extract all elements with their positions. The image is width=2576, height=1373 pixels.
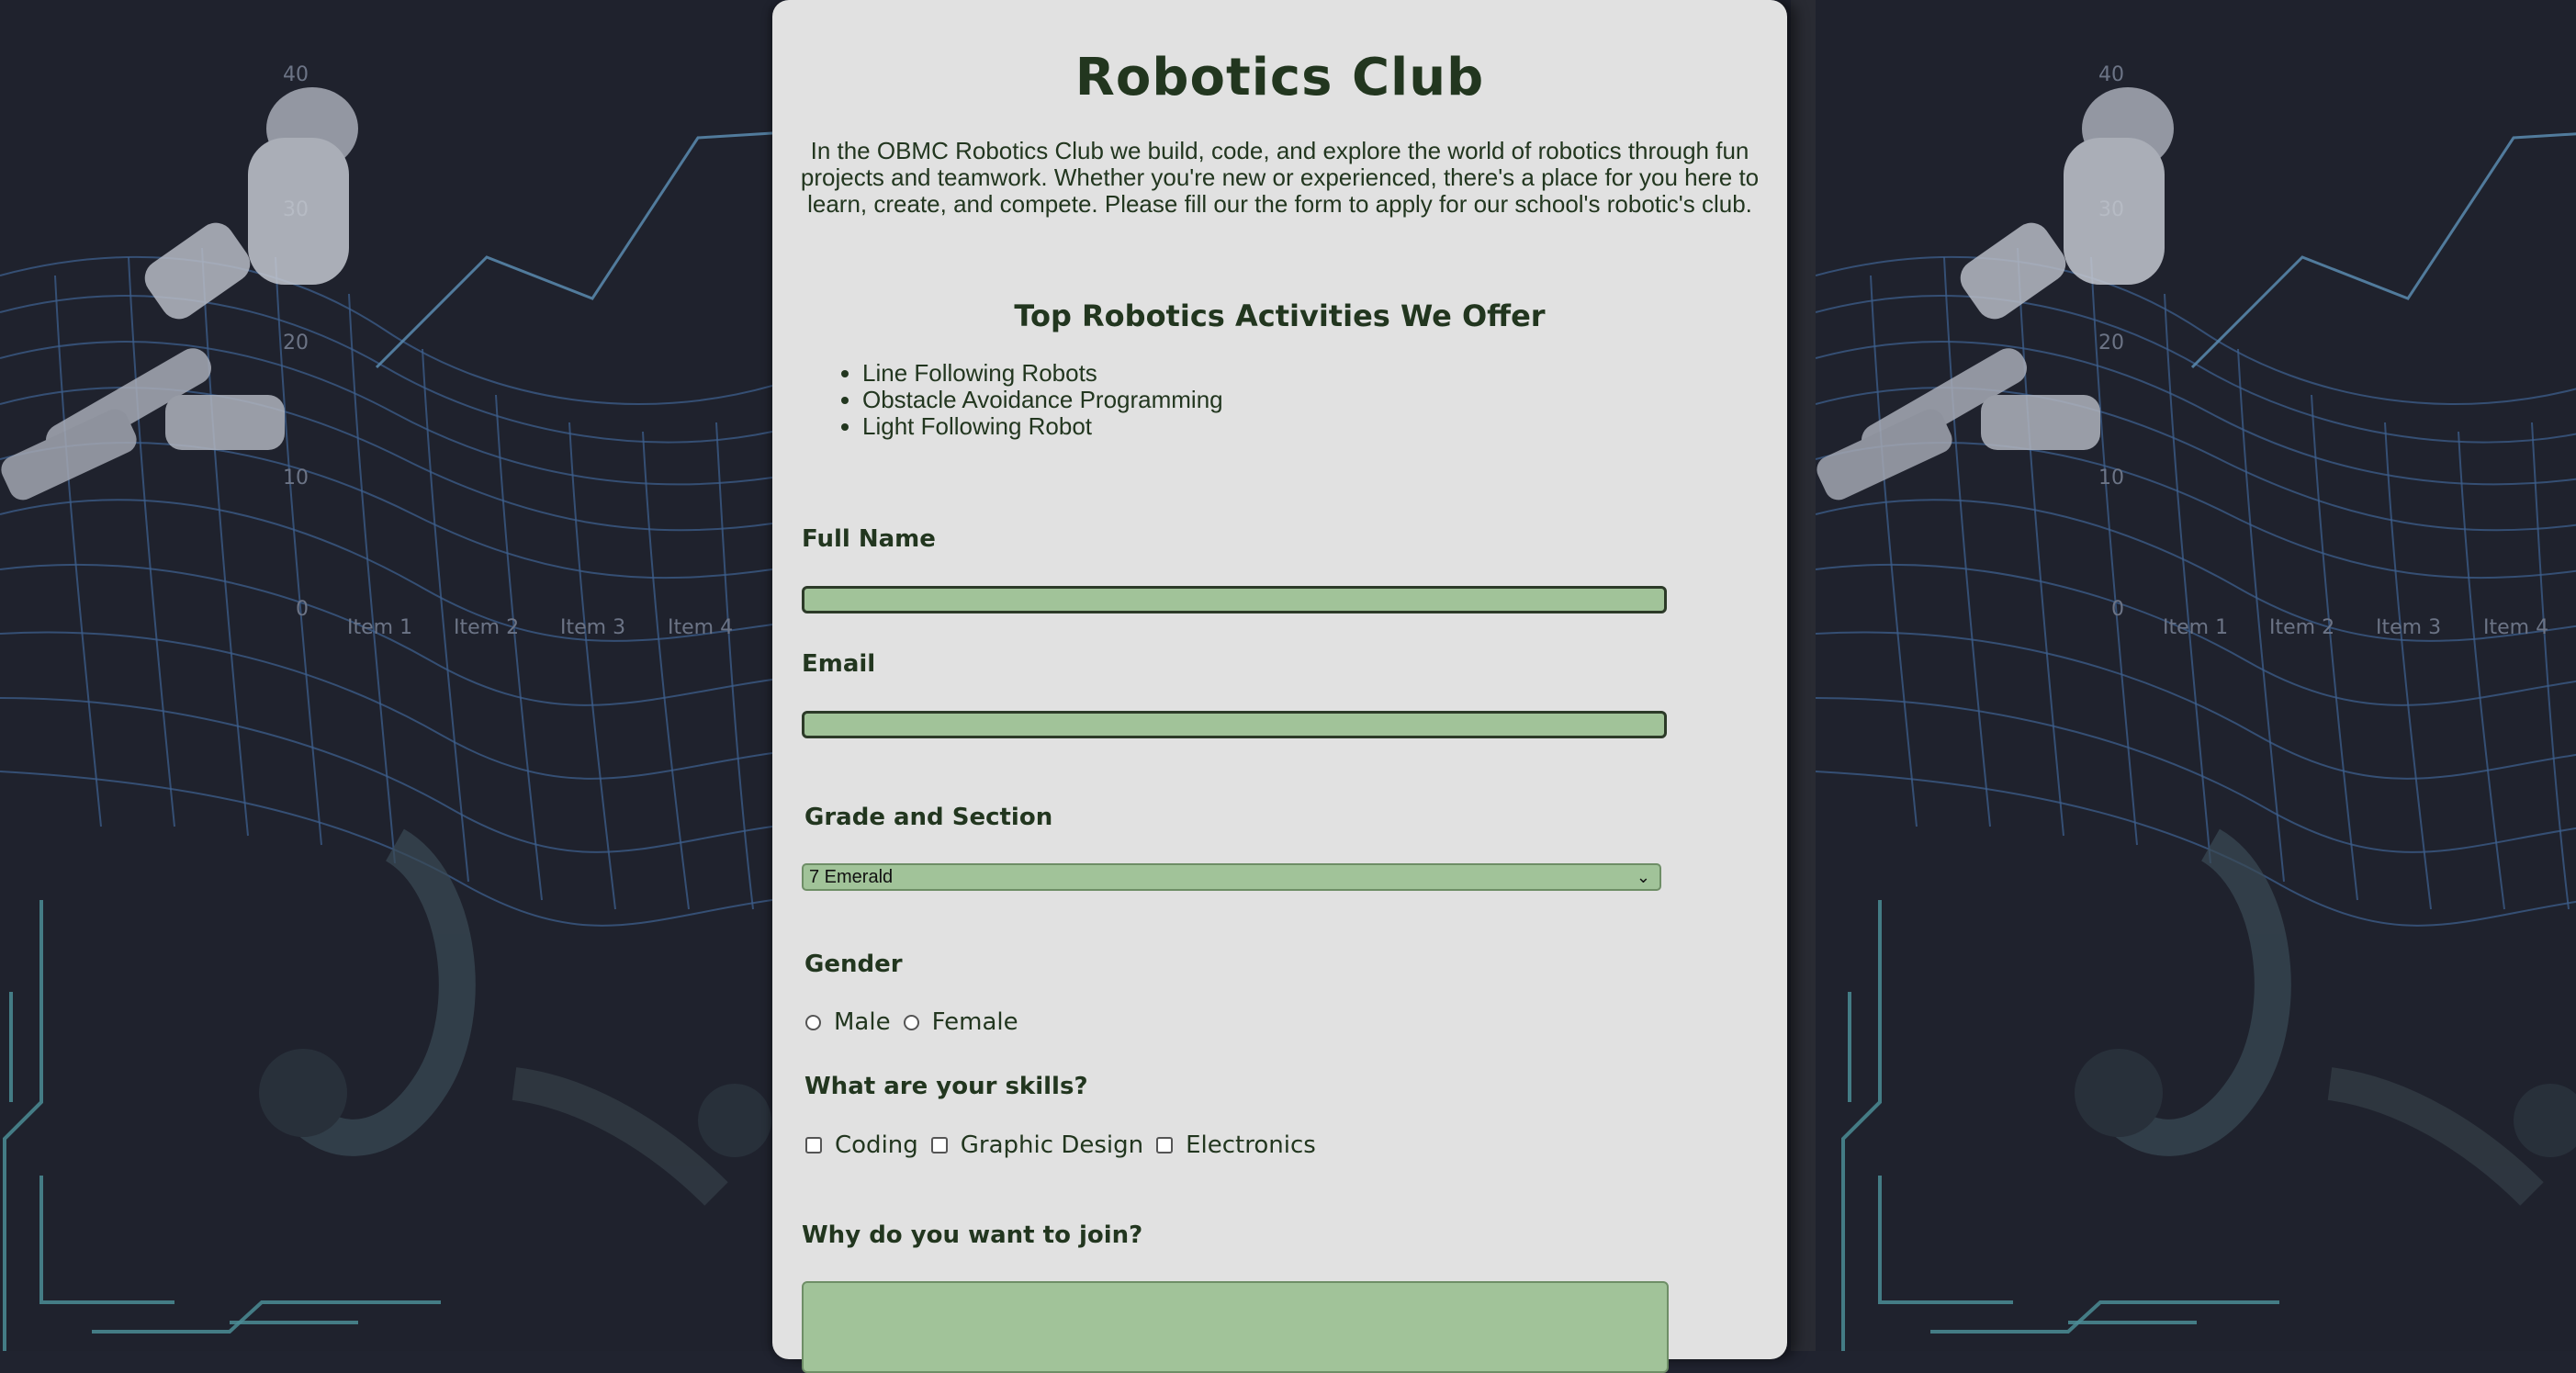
gender-radio-male[interactable] [805, 1014, 821, 1030]
robot-arm [2075, 828, 2576, 1206]
grade-select[interactable]: 7 Emerald ⌄ [802, 863, 1661, 891]
email-input[interactable] [802, 711, 1667, 738]
skill-checkbox-graphic-design[interactable] [930, 1137, 948, 1154]
svg-text:20: 20 [2098, 332, 2124, 355]
skill-option-label: Coding [835, 1131, 918, 1159]
gender-radio-female[interactable] [903, 1014, 919, 1030]
full-name-input[interactable] [802, 586, 1667, 613]
svg-text:10: 10 [283, 467, 309, 490]
background-left: 40 30 20 10 0 Item 1 Item 2 Item 3 Item … [0, 0, 772, 1351]
robot-figure [1817, 87, 2174, 501]
svg-text:Item 4: Item 4 [668, 616, 733, 639]
skill-checkbox-coding[interactable] [805, 1137, 822, 1154]
form-card: Robotics Club In the OBMC Robotics Club … [772, 0, 1787, 1373]
svg-text:Item 2: Item 2 [454, 616, 519, 639]
skills-options: Coding Graphic Design Electronics [805, 1131, 1316, 1159]
wave-grid [1816, 247, 2576, 927]
activities-list: Line Following Robots Obstacle Avoidance… [827, 360, 1223, 440]
gender-option-label: Female [931, 1008, 1018, 1036]
svg-text:40: 40 [283, 63, 309, 86]
skill-option-label: Graphic Design [960, 1131, 1144, 1159]
full-name-label: Full Name [802, 525, 936, 553]
activities-title: Top Robotics Activities We Offer [1014, 298, 1546, 333]
page-title: Robotics Club [1074, 48, 1485, 107]
robot-arm [259, 828, 771, 1206]
svg-text:40: 40 [2098, 63, 2124, 86]
background-illustration-left: 40 30 20 10 0 Item 1 Item 2 Item 3 Item … [0, 63, 772, 1351]
list-item: Line Following Robots [862, 360, 1223, 387]
card-shadow-strip [1791, 0, 1816, 1351]
svg-text:Item 3: Item 3 [560, 616, 625, 639]
gender-label: Gender [804, 951, 903, 978]
svg-text:20: 20 [283, 332, 309, 355]
reason-label: Why do you want to join? [802, 1221, 1143, 1249]
svg-text:Item 4: Item 4 [2483, 616, 2548, 639]
skill-checkbox-electronics[interactable] [1156, 1137, 1174, 1154]
grade-select-value: 7 Emerald [809, 867, 894, 887]
wave-grid [0, 247, 772, 927]
skill-option-label: Electronics [1186, 1131, 1316, 1159]
grade-label: Grade and Section [804, 804, 1053, 831]
svg-text:Item 1: Item 1 [2163, 616, 2228, 639]
list-item: Light Following Robot [862, 413, 1223, 440]
email-label: Email [802, 650, 876, 678]
chart-line [375, 131, 772, 369]
robot-figure [1, 87, 358, 501]
list-item: Obstacle Avoidance Programming [862, 387, 1223, 413]
reason-textarea[interactable] [802, 1281, 1669, 1373]
svg-text:Item 2: Item 2 [2269, 616, 2334, 639]
svg-text:Item 1: Item 1 [347, 616, 412, 639]
svg-text:0: 0 [2111, 598, 2124, 621]
svg-text:10: 10 [2098, 467, 2124, 490]
gender-option-label: Male [834, 1008, 891, 1036]
svg-text:Item 3: Item 3 [2376, 616, 2441, 639]
intro-text: In the OBMC Robotics Club we build, code… [800, 137, 1760, 218]
background-illustration-right: 40 30 20 10 0 Item 1 Item 2 Item 3 Item … [1816, 63, 2576, 1351]
background-right: 40 30 20 10 0 Item 1 Item 2 Item 3 Item … [1816, 0, 2576, 1351]
svg-text:0: 0 [296, 598, 309, 621]
chart-line [2190, 132, 2576, 369]
gender-options: Male Female [805, 1008, 1018, 1036]
chevron-down-icon: ⌄ [1636, 868, 1650, 886]
skills-label: What are your skills? [804, 1073, 1088, 1100]
